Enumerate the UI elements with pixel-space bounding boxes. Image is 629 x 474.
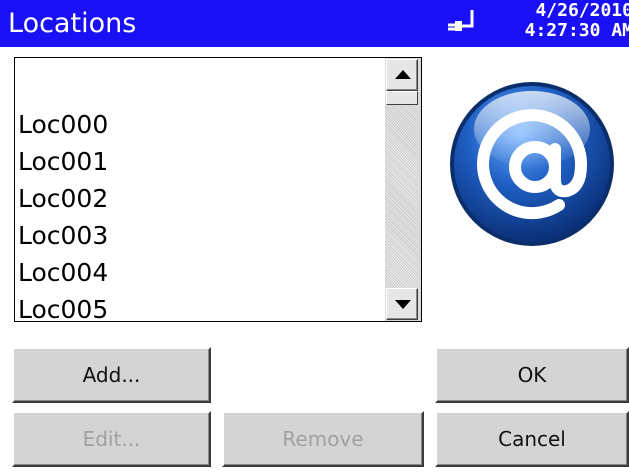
remove-button[interactable]: Remove <box>222 411 424 467</box>
scroll-up-arrow-icon <box>395 70 411 79</box>
time-text: 4:27:30 AM <box>524 20 629 41</box>
date-text: 4/26/2010 <box>535 0 629 21</box>
title-bar: Locations 4/26/2010 4:27:30 AM <box>0 0 629 47</box>
clock: 4/26/2010 4:27:30 AM <box>525 1 629 41</box>
list-item[interactable]: Loc005 <box>18 291 108 321</box>
location-list: Loc000 Loc001 Loc002 Loc003 Loc004 Loc00… <box>18 106 108 321</box>
connection-plug-icon[interactable] <box>446 8 480 38</box>
at-sign-icon <box>450 82 614 246</box>
window-title: Locations <box>8 8 137 39</box>
list-item[interactable]: Loc001 <box>18 143 108 180</box>
scroll-thumb[interactable] <box>386 91 418 105</box>
list-item[interactable]: Loc003 <box>18 217 108 254</box>
edit-button[interactable]: Edit... <box>12 411 211 467</box>
list-item[interactable]: Loc002 <box>18 180 108 217</box>
list-item[interactable]: Loc004 <box>18 254 108 291</box>
cancel-button[interactable]: Cancel <box>435 411 629 467</box>
vertical-scrollbar[interactable] <box>385 58 421 321</box>
scroll-up-button[interactable] <box>386 59 418 91</box>
scroll-down-arrow-icon <box>395 300 411 309</box>
locations-listbox[interactable]: Loc000 Loc001 Loc002 Loc003 Loc004 Loc00… <box>14 57 422 322</box>
ok-button[interactable]: OK <box>435 347 629 403</box>
scroll-down-button[interactable] <box>386 288 418 320</box>
list-item[interactable]: Loc000 <box>18 106 108 143</box>
add-button[interactable]: Add... <box>12 347 211 403</box>
